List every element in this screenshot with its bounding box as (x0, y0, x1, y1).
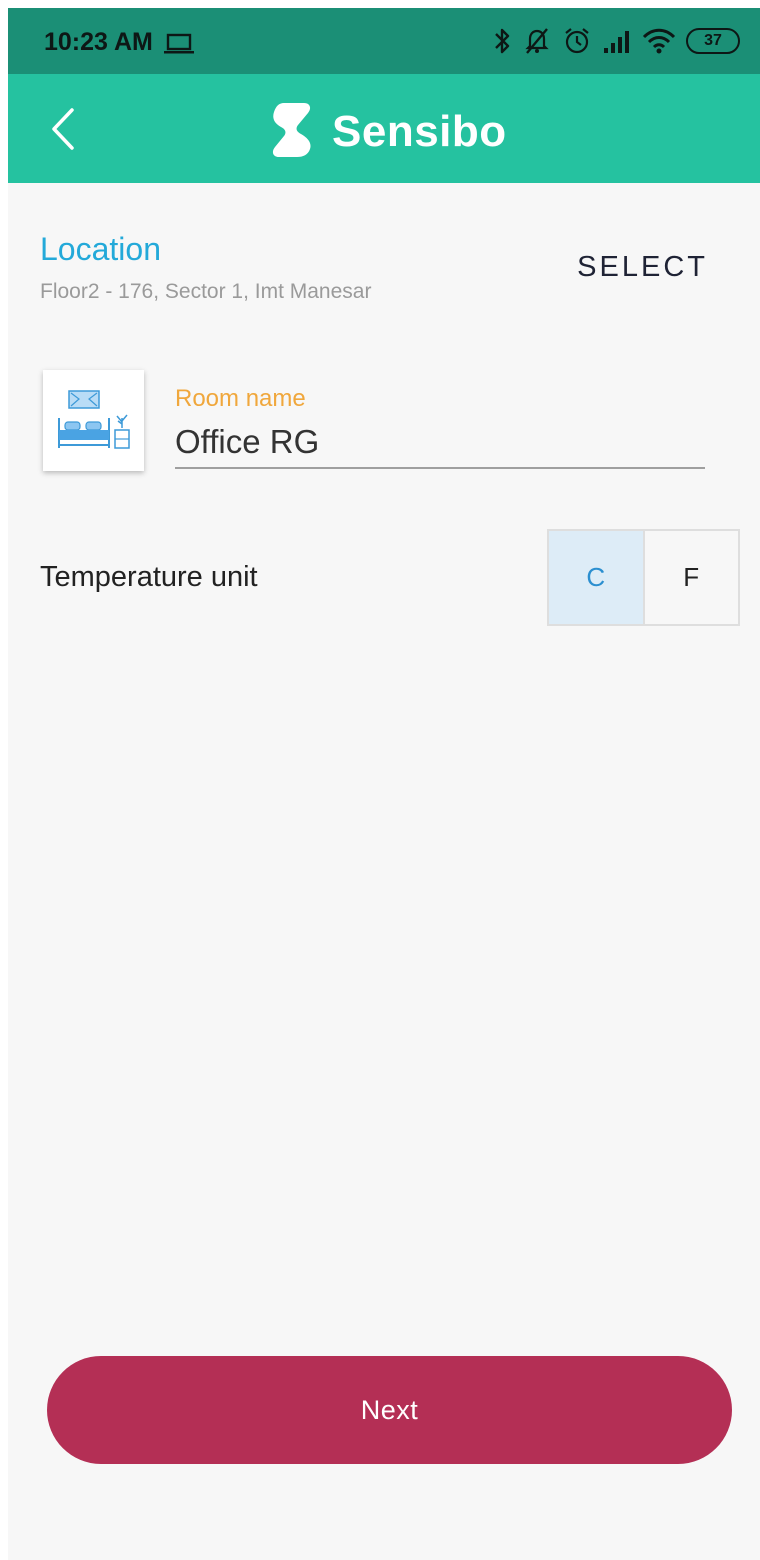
temperature-unit-toggle: C F (547, 529, 740, 626)
alarm-icon (562, 26, 592, 56)
mute-icon (522, 26, 552, 56)
sensibo-logo-icon (270, 101, 314, 164)
wifi-icon (642, 27, 676, 55)
brand-name: Sensibo (332, 107, 507, 156)
select-location-button[interactable]: SELECT (577, 251, 708, 284)
status-time: 10:23 AM (44, 28, 153, 56)
room-name-input[interactable] (175, 417, 705, 469)
temperature-unit-label: Temperature unit (40, 561, 258, 593)
room-icon-button[interactable] (43, 370, 144, 471)
room-name-label: Room name (175, 385, 306, 412)
app-bar: Sensibo (8, 74, 760, 183)
status-bar: 10:23 AM 37 (8, 8, 760, 74)
battery-level: 37 (704, 32, 722, 49)
laptop-icon (163, 32, 195, 56)
signal-icon (602, 28, 632, 54)
unit-celsius-button[interactable]: C (549, 531, 645, 624)
unit-fahrenheit-button[interactable]: F (644, 531, 738, 624)
screen: 10:23 AM 37 Sensibo Location Floor2 - 17… (0, 0, 760, 1560)
brand: Sensibo (270, 102, 507, 160)
room-name-field: Room name (175, 381, 705, 473)
bedroom-icon (57, 389, 130, 449)
back-button[interactable] (44, 104, 84, 154)
status-icons: 37 (492, 24, 740, 58)
chevron-left-icon (52, 108, 74, 150)
location-title: Location (40, 231, 161, 267)
main-content: Location Floor2 - 176, Sector 1, Imt Man… (8, 183, 760, 1560)
battery-icon: 37 (686, 28, 740, 54)
location-address: Floor2 - 176, Sector 1, Imt Manesar (40, 280, 372, 303)
bluetooth-icon (492, 26, 512, 56)
next-button[interactable]: Next (47, 1356, 732, 1464)
